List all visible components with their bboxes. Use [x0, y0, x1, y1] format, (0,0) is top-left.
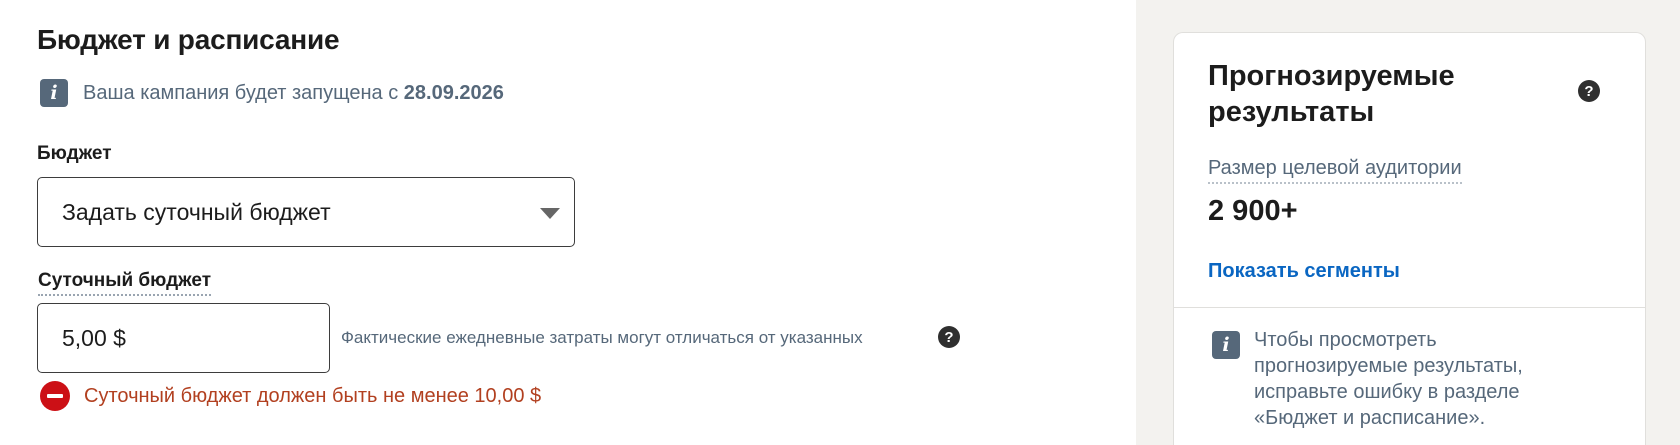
show-segments-link[interactable]: Показать сегменты [1208, 260, 1400, 283]
budget-type-value: Задать суточный бюджет [62, 198, 331, 225]
budget-error-text: Суточный бюджет должен быть не менее 10,… [84, 384, 542, 407]
help-icon[interactable]: ? [938, 326, 960, 348]
forecast-help-icon[interactable]: ? [1578, 80, 1600, 102]
daily-budget-input[interactable] [37, 303, 330, 373]
budget-schedule-panel: Бюджет и расписание i Ваша кампания буде… [0, 0, 1136, 445]
forecast-title: Прогнозируемые результаты [1208, 60, 1455, 128]
audience-size-label[interactable]: Размер целевой аудитории [1208, 157, 1462, 184]
launch-info-prefix: Ваша кампания будет запущена с [83, 81, 399, 104]
launch-info: i Ваша кампания будет запущена с 28.09.2… [40, 79, 504, 107]
info-icon: i [40, 79, 68, 107]
daily-budget-label[interactable]: Суточный бюджет [38, 270, 212, 296]
launch-date: 28.09.2026 [403, 81, 504, 104]
section-title: Бюджет и расписание [37, 24, 340, 55]
budget-error: Суточный бюджет должен быть не менее 10,… [40, 381, 541, 411]
card-divider [1174, 307, 1645, 308]
error-stop-icon [40, 381, 70, 411]
chevron-down-icon [540, 208, 560, 219]
forecast-card: Прогнозируемые результаты ? Размер целев… [1173, 32, 1646, 445]
forecast-note: Чтобы просмотреть прогнозируемые результ… [1254, 329, 1523, 429]
budget-type-select[interactable]: Задать суточный бюджет [37, 177, 575, 247]
launch-info-text: Ваша кампания будет запущена с 28.09.202… [83, 82, 504, 105]
budget-hint-text: Фактические ежедневные затраты могут отл… [341, 328, 863, 347]
audience-size-value: 2 900+ [1208, 195, 1298, 227]
info-icon: i [1212, 331, 1240, 359]
budget-label: Бюджет [37, 143, 112, 164]
